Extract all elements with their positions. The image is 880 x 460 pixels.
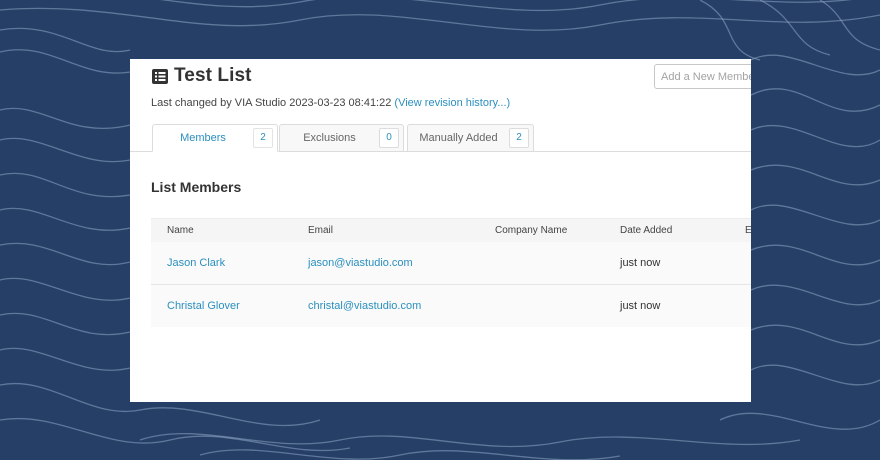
member-email-link[interactable]: christal@viastudio.com	[308, 300, 421, 312]
member-date-added: just now	[620, 257, 661, 269]
add-member-input[interactable]	[654, 64, 751, 89]
tab-manually-added[interactable]: Manually Added 2	[407, 124, 534, 152]
tab-members-label: Members	[180, 132, 226, 144]
title-row: Test List	[152, 65, 252, 87]
tab-exclusions-label: Exclusions	[303, 132, 356, 144]
member-name-link[interactable]: Christal Glover	[167, 300, 240, 312]
member-name-link[interactable]: Jason Clark	[167, 257, 225, 269]
column-header-extra[interactable]: E	[745, 225, 751, 236]
tab-exclusions-count: 0	[379, 128, 399, 148]
tab-exclusions[interactable]: Exclusions 0	[279, 124, 404, 152]
revision-history-link[interactable]: (View revision history...)	[394, 97, 510, 109]
tab-manually-added-count: 2	[509, 128, 529, 148]
section-title: List Members	[151, 179, 242, 195]
list-icon	[152, 68, 168, 84]
table-row: Christal Glover christal@viastudio.com j…	[151, 285, 751, 327]
tab-members[interactable]: Members 2	[152, 124, 278, 152]
tab-members-count: 2	[253, 128, 273, 148]
table-row: Jason Clark jason@viastudio.com just now	[151, 242, 751, 285]
list-panel: Test List Last changed by VIA Studio 202…	[130, 59, 751, 402]
table-header: Name Email Company Name Date Added E	[151, 218, 751, 242]
tab-manually-added-label: Manually Added	[419, 132, 498, 144]
last-changed-text: Last changed by VIA Studio 2023-03-23 08…	[151, 97, 392, 109]
column-header-name[interactable]: Name	[167, 225, 194, 236]
column-header-date-added[interactable]: Date Added	[620, 225, 672, 236]
column-header-email[interactable]: Email	[308, 225, 333, 236]
last-changed-info: Last changed by VIA Studio 2023-03-23 08…	[151, 97, 510, 109]
member-email-link[interactable]: jason@viastudio.com	[308, 257, 413, 269]
members-table: Name Email Company Name Date Added E Jas…	[151, 218, 751, 327]
page-title: Test List	[174, 65, 252, 86]
member-date-added: just now	[620, 300, 661, 312]
column-header-company[interactable]: Company Name	[495, 225, 567, 236]
